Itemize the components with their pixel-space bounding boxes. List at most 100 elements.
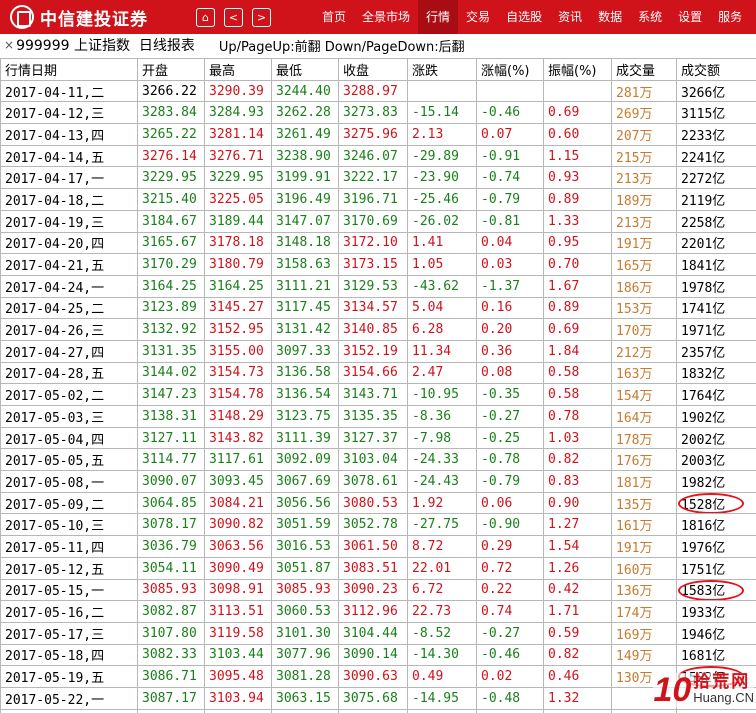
table-row[interactable]: 2017-04-19,三 3184.67 3189.44 3147.07 3170.69… [0,209,756,233]
table-row[interactable]: 2017-05-22,一 3087.17 3103.94 3063.15 3075.68… [0,686,756,710]
amount-cell-value: 1528亿 [681,497,726,513]
change-percent-cell-value: -0.25 [481,430,521,446]
date-cell: 2017-04-12,三 [0,101,138,125]
column-header[interactable]: 涨跌 [407,58,477,81]
amount-cell-value: 1978亿 [681,280,726,296]
change-cell-value: -23.90 [412,170,459,186]
column-header[interactable]: 行情日期 [0,58,138,81]
open-cell-value: 3215.40 [142,191,197,207]
date-cell: 2017-05-17,三 [0,621,138,645]
amplitude-cell-value: 1.03 [548,430,580,446]
open-cell: 3170.29 [137,253,205,276]
change-cell: 2.47 [407,361,477,385]
amount-cell-value: 1832亿 [681,367,726,383]
amplitude-cell-value: 0.89 [548,300,580,316]
change-cell: -15.14 [407,101,477,125]
table-row[interactable]: 2017-04-24,一 3164.25 3164.25 3111.21 3129.53… [0,274,756,298]
high-cell-value: 3154.73 [209,365,264,381]
volume-cell-value: 213万 [616,172,653,188]
close-cell: 3090.14 [338,643,408,667]
column-header[interactable]: 振幅(%) [543,58,612,81]
change-percent-cell-value: -0.48 [481,690,521,706]
change-percent-cell-value: 0.04 [481,235,513,251]
table-row[interactable]: 2017-05-18,四 3082.33 3103.44 3077.96 3090.14… [0,643,756,667]
table-row[interactable]: 2017-05-03,三 3138.31 3148.29 3123.75 3135.35… [0,405,756,428]
table-row[interactable]: 2017-05-17,三 3107.80 3119.58 3101.30 3104.44… [0,621,756,645]
close-icon[interactable]: × [4,38,14,52]
column-header[interactable]: 开盘 [137,58,205,81]
table-row[interactable]: 2017-04-28,五 3144.02 3154.73 3136.58 3154.66… [0,361,756,385]
date-cell: 2017-05-19,五 [0,665,138,688]
table-row[interactable]: 2017-05-05,五 3114.77 3117.61 3092.09 3103.04… [0,448,756,472]
table-row[interactable]: 2017-04-17,一 3229.95 3229.95 3199.91 3222.17… [0,166,756,190]
low-cell-value: 3056.56 [276,495,331,511]
table-row[interactable]: 2017-05-15,一 3085.93 3098.91 3085.93 3090.23… [0,578,756,602]
column-header[interactable]: 成交额 [676,58,756,81]
table-row[interactable]: 2017-04-21,五 3170.29 3180.79 3158.63 3173.15… [0,253,756,276]
date-cell: 2017-05-12,五 [0,556,138,580]
menu-item[interactable]: 自选股 [498,0,550,34]
open-cell-value: 3054.11 [142,560,197,576]
table-row[interactable]: 2017-05-10,三 3078.17 3090.82 3051.59 3052.78… [0,513,756,537]
close-cell: 3140.85 [338,318,408,341]
table-row[interactable]: 2017-05-11,四 3036.79 3063.56 3016.53 3061.50… [0,535,756,558]
low-cell-value: 3081.28 [276,669,331,685]
table-row[interactable]: 2017-04-20,四 3165.67 3178.18 3148.18 3172.10… [0,231,756,255]
table-row[interactable]: 2017-04-12,三 3283.84 3284.93 3262.28 3273.83… [0,101,756,125]
table-row[interactable]: 2017-04-18,二 3215.40 3225.05 3196.49 3196.71… [0,188,756,211]
amplitude-cell: 1.32 [543,686,612,710]
volume-cell: 160万 [611,556,677,580]
column-header[interactable]: 最高 [204,58,272,81]
table-row[interactable]: 2017-05-09,二 3064.85 3084.21 3056.56 3080.53… [0,491,756,515]
table-row[interactable]: 2017-05-08,一 3090.07 3093.45 3067.69 3078.61… [0,470,756,493]
volume-cell: 165万 [611,253,677,276]
table-row[interactable]: 2017-05-04,四 3127.11 3143.82 3111.39 3127.37… [0,426,756,450]
column-header[interactable]: 最低 [271,58,339,81]
table-row[interactable]: 2017-05-02,二 3147.23 3154.78 3136.54 3143.71… [0,383,756,406]
menu-item[interactable]: 服务 [710,0,750,34]
menu-item[interactable]: 系统 [630,0,670,34]
change-percent-cell-value: 0.06 [481,495,513,511]
table-row[interactable]: 2017-04-26,三 3132.92 3152.95 3131.42 3140.85… [0,318,756,341]
low-cell-value: 3077.96 [276,647,331,663]
high-cell-value: 3095.48 [209,669,264,685]
menu-item[interactable]: 设置 [670,0,710,34]
change-percent-cell-value: -1.37 [481,278,521,294]
change-percent-cell-value: 0.03 [481,257,513,273]
back-icon[interactable]: < [224,7,243,27]
menu-item[interactable]: 首页 [314,0,354,34]
menu-item[interactable]: 资讯 [550,0,590,34]
change-cell: -24.43 [407,470,477,493]
column-header[interactable]: 涨幅(%) [476,58,544,81]
table-row[interactable]: 2017-04-13,四 3265.22 3281.14 3261.49 3275.96… [0,123,756,146]
home-icon[interactable]: ⌂ [196,7,215,27]
table-row[interactable]: 2017-04-25,二 3123.89 3145.27 3117.45 3134.57… [0,296,756,320]
table-row[interactable]: 2017-04-14,五 3276.14 3276.71 3238.90 3246.07… [0,144,756,168]
volume-cell: 176万 [611,448,677,472]
volume-cell-value: 189万 [616,193,653,209]
menu-item[interactable]: 全景市场 [354,0,418,34]
menu-item[interactable]: 行情 [418,0,459,34]
table-row[interactable]: 2017-05-12,五 3054.11 3090.49 3051.87 3083.51… [0,556,756,580]
table-row[interactable]: 2017-05-19,五 3086.71 3095.48 3081.28 3090.63… [0,665,756,688]
low-cell: 3056.56 [271,491,339,515]
forward-icon[interactable]: > [252,7,271,27]
amplitude-cell: 0.89 [543,188,612,211]
column-header[interactable]: 收盘 [338,58,408,81]
table-row[interactable]: 2017-04-11,二 3266.22 3290.39 3244.40 3288.97… [0,79,756,103]
menu-item[interactable]: 交易 [458,0,498,34]
low-cell: 3067.69 [271,470,339,493]
table-row[interactable]: 2017-05-16,二 3082.87 3113.51 3060.53 3112.96… [0,600,756,623]
volume-cell: 207万 [611,123,677,146]
table-row[interactable]: 2017-04-27,四 3131.35 3155.00 3097.33 3152.19… [0,339,756,363]
column-header[interactable]: 成交量 [611,58,677,81]
amplitude-cell-value: 0.89 [548,191,580,207]
change-cell-value: 5.04 [412,300,444,316]
change-percent-cell: 0.72 [476,556,544,580]
menu-item[interactable]: 数据 [590,0,630,34]
low-cell: 3051.59 [271,513,339,537]
change-cell: -25.46 [407,188,477,211]
amplitude-cell: 0.83 [543,470,612,493]
close-cell-value: 3246.07 [343,148,398,164]
table-row[interactable]: 2017-05-23,二3069.393084.243050.843061.95… [0,708,756,713]
